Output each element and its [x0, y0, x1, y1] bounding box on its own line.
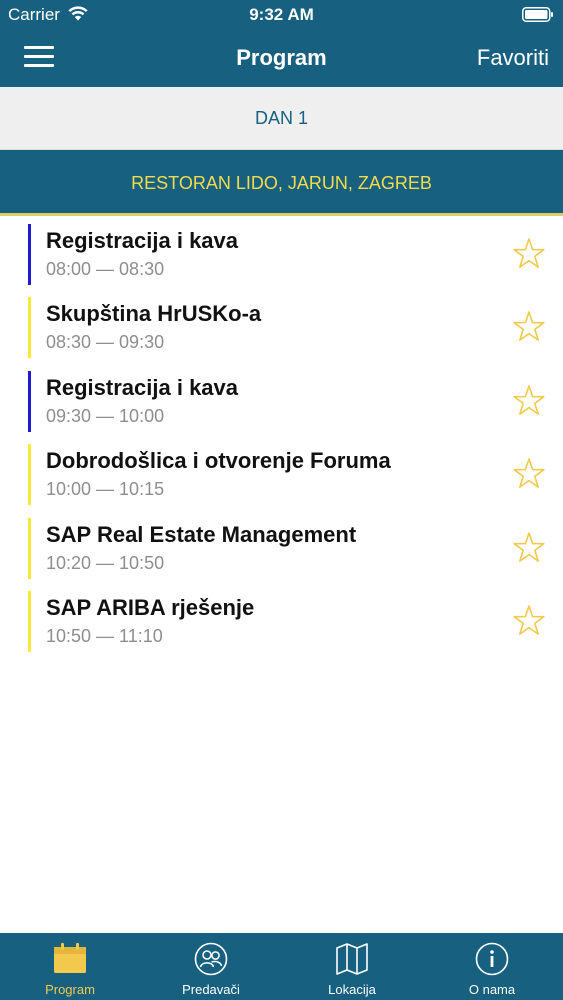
- star-outline-icon[interactable]: [512, 457, 546, 491]
- hamburger-menu-icon[interactable]: [24, 46, 54, 68]
- battery-icon: [522, 7, 553, 22]
- session-title: SAP ARIBA rješenje: [46, 594, 255, 620]
- session-accent-bar: [28, 517, 31, 579]
- tab-label: O nama: [468, 982, 516, 997]
- session-accent-bar: [28, 224, 31, 285]
- session-title: Registracija i kava: [46, 374, 239, 400]
- tab-o-nama[interactable]: O nama: [422, 933, 562, 1000]
- session-time: 08:00 — 08:30: [46, 259, 165, 279]
- session-time: 08:30 — 09:30: [46, 332, 165, 353]
- session-accent-bar: [28, 370, 31, 432]
- star-outline-icon[interactable]: [512, 531, 546, 565]
- map-icon: [336, 943, 368, 975]
- star-outline-icon[interactable]: [512, 310, 546, 344]
- star-outline-icon[interactable]: [512, 604, 546, 638]
- tab-predavaci[interactable]: Predavači: [141, 933, 281, 1000]
- session-title: Dobrodošlica i otvorenje Foruma: [46, 448, 391, 474]
- calendar-icon: [54, 943, 86, 973]
- session-time: 09:30 — 10:00: [46, 405, 165, 426]
- navigation-bar: Program Favoriti: [0, 30, 563, 87]
- session-accent-bar: [28, 590, 31, 652]
- app-header: Carrier 9:32 AM Program Favoriti: [0, 0, 563, 87]
- session-accent-bar: [28, 444, 31, 506]
- tab-bar: Program Predavači Lokacija O nama: [0, 933, 563, 1000]
- session-row[interactable]: SAP Real Estate Management 10:20 — 10:50: [0, 515, 563, 588]
- star-outline-icon[interactable]: [512, 237, 546, 271]
- status-time: 9:32 AM: [249, 5, 314, 24]
- session-title: Registracija i kava: [46, 228, 239, 253]
- session-list: Registracija i kava 08:00 — 08:30 Skupšt…: [0, 221, 563, 661]
- session-row[interactable]: Registracija i kava 08:00 — 08:30: [0, 221, 563, 294]
- session-row[interactable]: SAP ARIBA rješenje 10:50 — 11:10: [0, 588, 563, 661]
- tab-label: Predavači: [182, 982, 240, 997]
- tab-label: Program: [45, 982, 95, 997]
- tab-lokacija[interactable]: Lokacija: [282, 933, 422, 1000]
- session-row[interactable]: Skupština HrUSKo-a 08:30 — 09:30: [0, 294, 563, 367]
- session-time: 10:20 — 10:50: [46, 552, 165, 573]
- info-icon: [475, 942, 509, 976]
- session-accent-bar: [28, 297, 31, 359]
- day-selector[interactable]: DAN 1: [0, 87, 563, 150]
- location-header: RESTORAN LIDO, JARUN, ZAGREB: [0, 150, 563, 216]
- star-outline-icon[interactable]: [512, 384, 546, 418]
- status-bar: Carrier 9:32 AM: [0, 0, 563, 30]
- session-title: Skupština HrUSKo-a: [46, 301, 262, 327]
- tab-label: Lokacija: [328, 982, 376, 997]
- session-row[interactable]: Registracija i kava 09:30 — 10:00: [0, 368, 563, 441]
- tab-program[interactable]: Program: [0, 933, 140, 1000]
- session-time: 10:00 — 10:15: [46, 479, 165, 500]
- session-row[interactable]: Dobrodošlica i otvorenje Foruma 10:00 — …: [0, 441, 563, 514]
- session-title: SAP Real Estate Management: [46, 521, 357, 547]
- favorites-button[interactable]: Favoriti: [477, 45, 549, 71]
- session-time: 10:50 — 11:10: [46, 625, 163, 646]
- speakers-icon: [194, 942, 228, 976]
